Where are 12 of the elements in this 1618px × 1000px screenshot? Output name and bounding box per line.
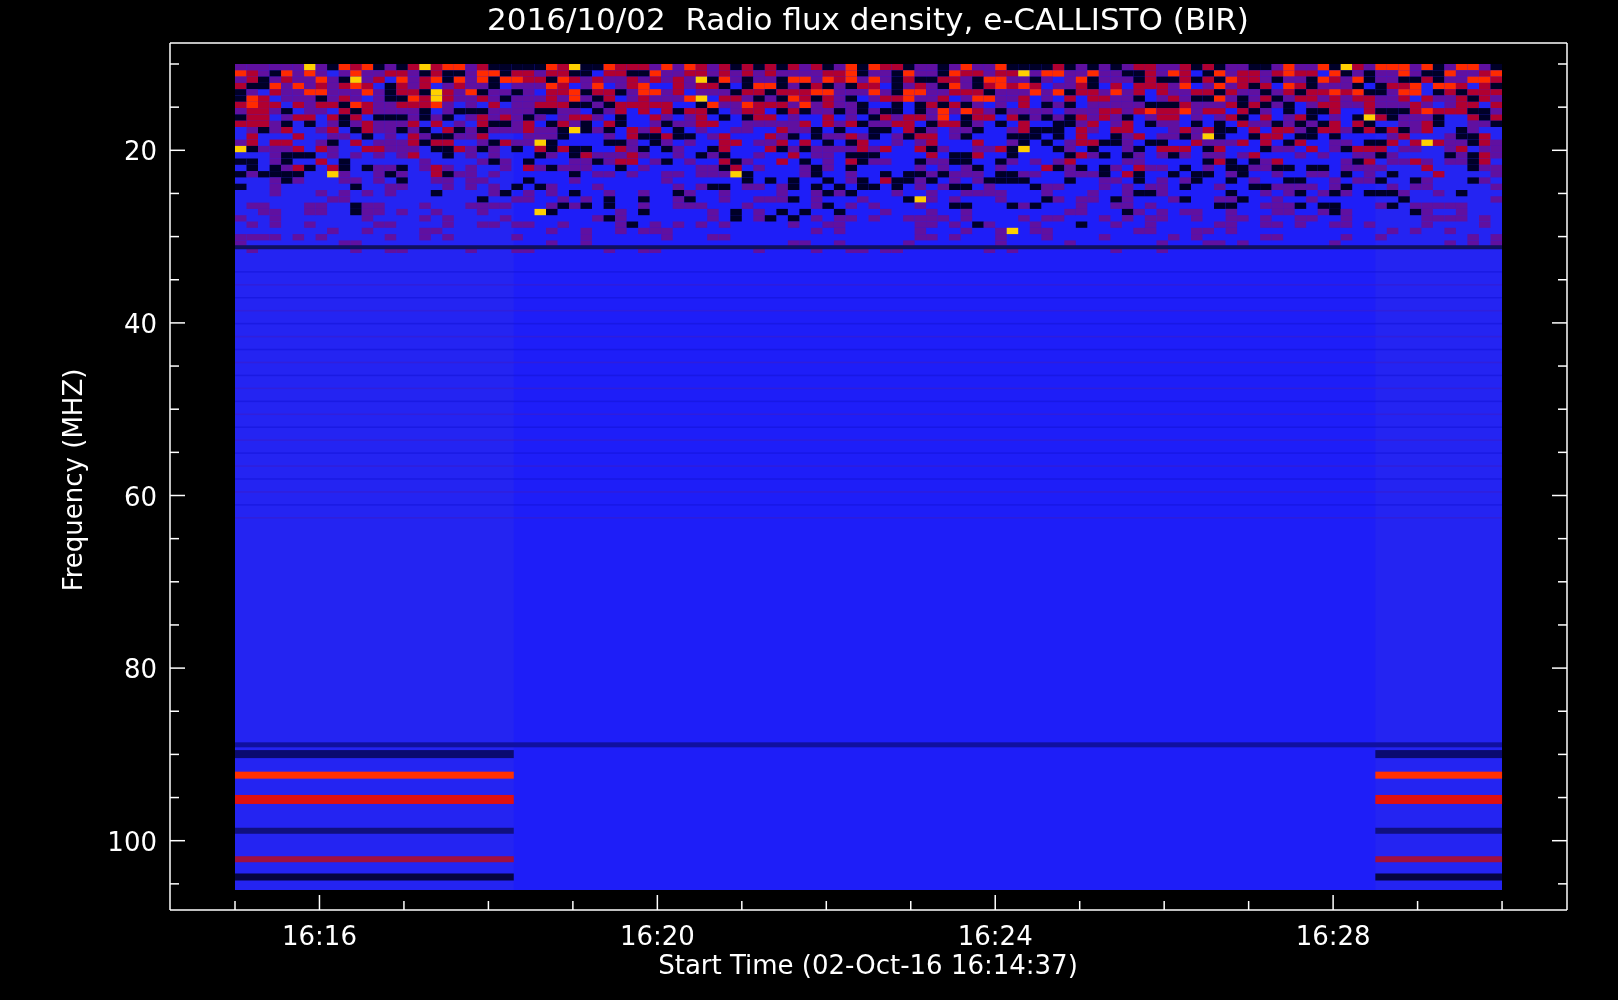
x-tick-label: 16:28 bbox=[1295, 921, 1371, 951]
y-tick-label: 100 bbox=[107, 826, 157, 857]
y-tick-label: 40 bbox=[123, 308, 157, 339]
y-axis-label: Frequency (MHZ) bbox=[58, 368, 88, 592]
x-axis-label: Start Time (02-Oct-16 16:14:37) bbox=[658, 950, 1078, 980]
chart-title: 2016/10/02 Radio flux density, e-CALLISTO (BIR) bbox=[487, 1, 1249, 37]
x-tick-label: 16:20 bbox=[619, 921, 695, 951]
x-tick-label: 16:16 bbox=[282, 921, 357, 951]
x-tick-label: 16:24 bbox=[957, 921, 1033, 951]
y-tick-label: 60 bbox=[123, 481, 157, 512]
y-tick-label: 20 bbox=[123, 136, 157, 167]
y-tick-label: 80 bbox=[123, 654, 157, 685]
